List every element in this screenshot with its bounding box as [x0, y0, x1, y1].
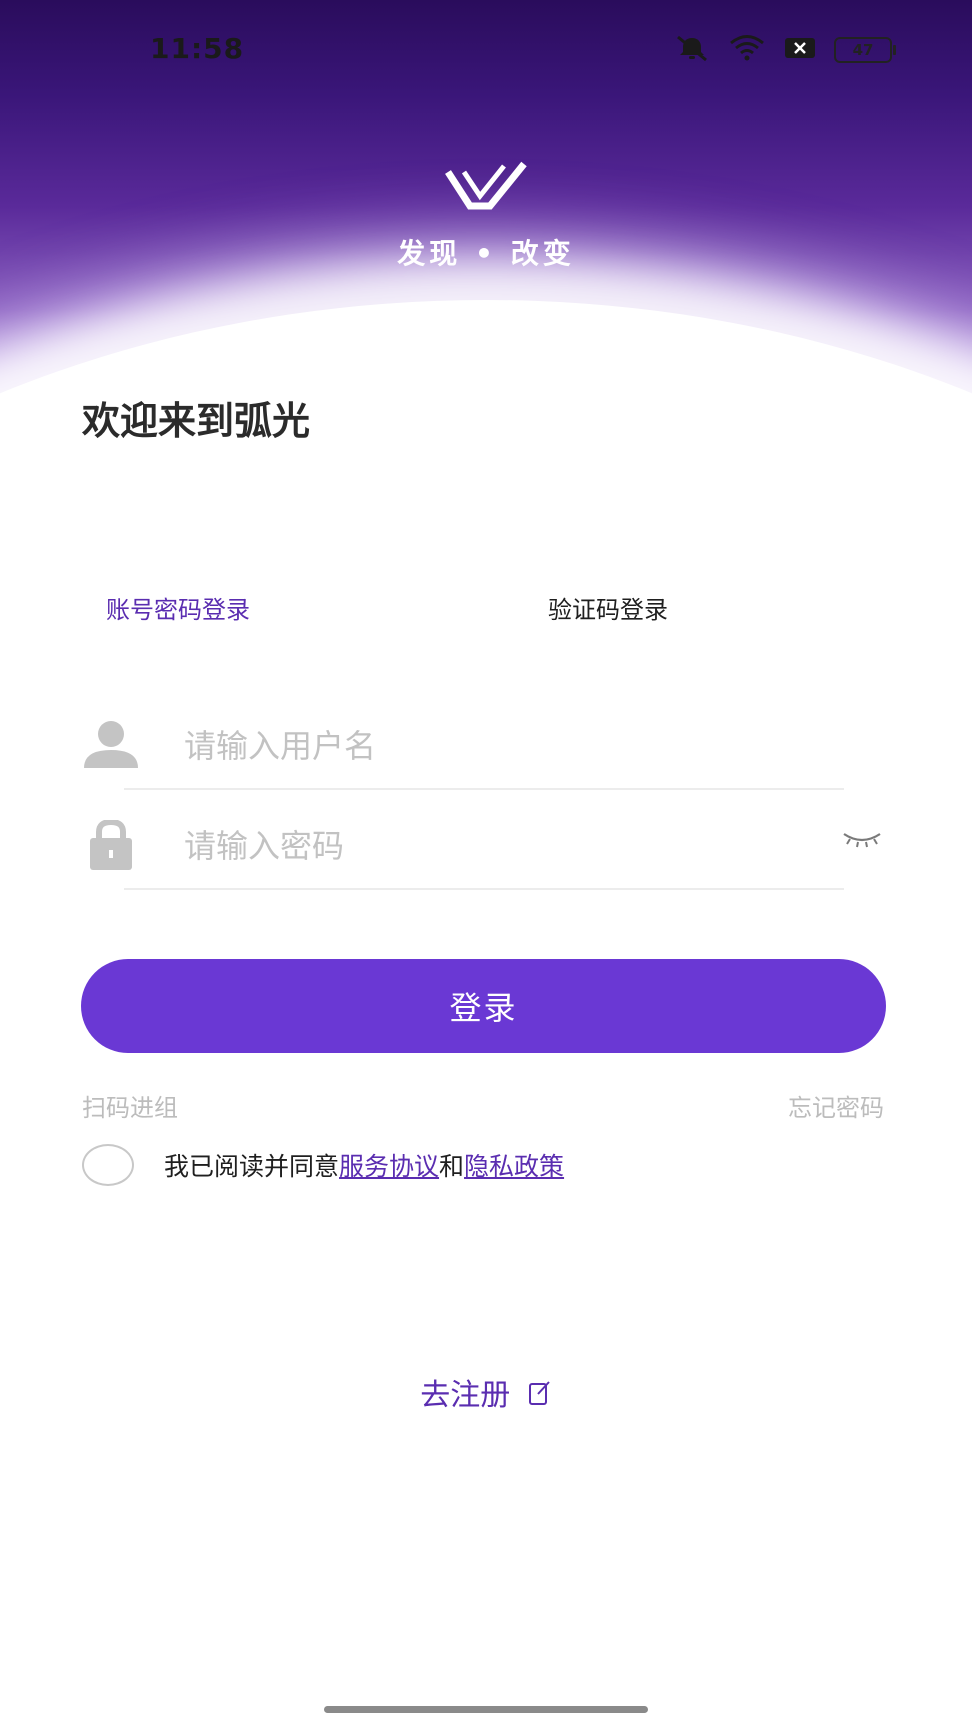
register-link[interactable]: 去注册	[420, 1378, 510, 1413]
user-icon	[82, 720, 140, 770]
edit-icon[interactable]	[528, 1379, 552, 1414]
password-underline	[124, 888, 844, 890]
status-time: 11:58	[150, 32, 245, 65]
brand: 发现 • 改变	[0, 160, 972, 272]
sim-off-icon	[784, 37, 816, 63]
privacy-policy-link[interactable]: 隐私政策	[464, 1152, 564, 1181]
agreement-and: 和	[439, 1152, 465, 1181]
slogan: 发现 • 改变	[397, 237, 575, 270]
tab-password-login[interactable]: 账号密码登录	[106, 590, 250, 625]
username-field	[82, 700, 882, 790]
tab-code-login[interactable]: 验证码登录	[548, 590, 668, 625]
battery-icon: 47	[834, 37, 896, 63]
mute-icon	[674, 34, 710, 66]
scan-join-link[interactable]: 扫码进组	[82, 1088, 178, 1123]
register-row: 去注册	[0, 1370, 972, 1414]
username-underline	[124, 788, 844, 790]
service-agreement-link[interactable]: 服务协议	[339, 1152, 439, 1181]
home-indicator[interactable]	[324, 1706, 648, 1713]
password-field	[82, 800, 882, 890]
status-bar: 11:58 47	[0, 0, 972, 100]
agreement-row: 我已阅读并同意服务协议和隐私政策	[82, 1140, 564, 1190]
status-icons: 47	[674, 34, 896, 66]
forgot-password-link[interactable]: 忘记密码	[788, 1088, 884, 1123]
agreement-prefix: 我已阅读并同意	[164, 1152, 340, 1181]
password-input[interactable]	[182, 820, 826, 872]
login-button[interactable]: 登录	[81, 959, 886, 1053]
logo-icon	[444, 160, 528, 214]
eye-closed-icon[interactable]	[842, 830, 882, 854]
lock-icon	[82, 818, 140, 870]
welcome-title: 欢迎来到弧光	[82, 399, 311, 443]
username-input[interactable]	[182, 720, 826, 772]
agreement-text: 我已阅读并同意服务协议和隐私政策	[164, 1147, 564, 1183]
wifi-icon	[728, 34, 766, 66]
agreement-checkbox[interactable]	[82, 1144, 134, 1186]
